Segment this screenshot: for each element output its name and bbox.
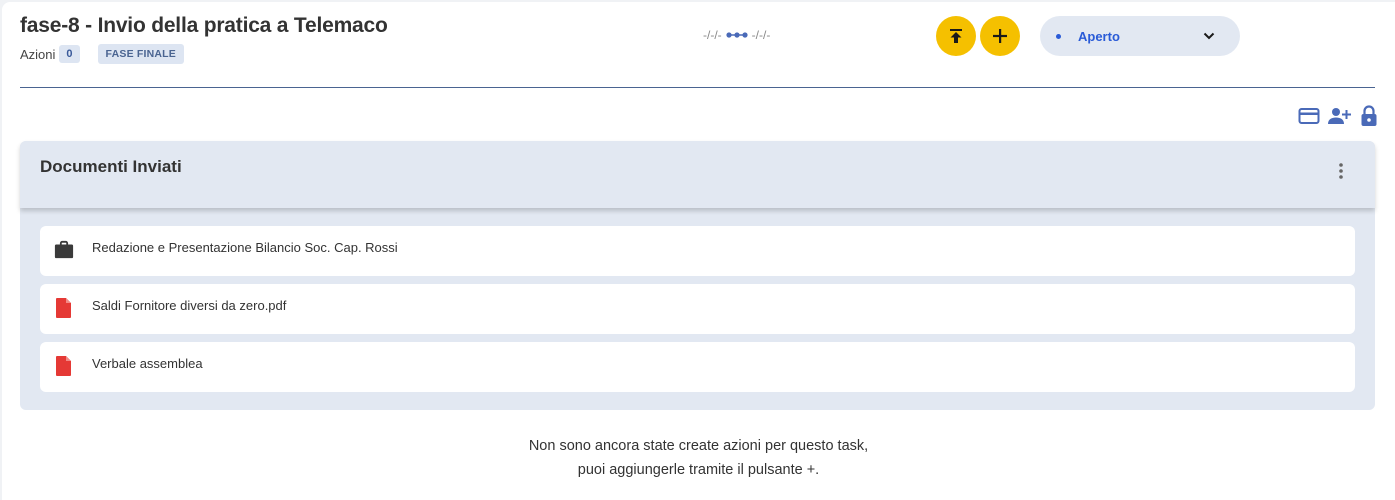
task-page: fase-8 - Invio della pratica a Telemaco … <box>2 2 1395 500</box>
document-name: Saldi Fornitore diversi da zero.pdf <box>92 298 287 313</box>
plus-icon <box>993 29 1007 43</box>
phase-badge: FASE FINALE <box>97 44 185 64</box>
documents-list: Redazione e Presentazione Bilancio Soc. … <box>40 226 1355 400</box>
status-value: Aperto <box>1078 28 1120 44</box>
actions-count-badge: 0 <box>59 45 80 63</box>
task-meta: Azioni 0 FASE FINALE <box>20 44 185 64</box>
card-button[interactable] <box>1297 104 1321 128</box>
task-header: fase-8 - Invio della pratica a Telemaco … <box>20 2 1375 88</box>
empty-message-line-1: Non sono ancora state create azioni per … <box>528 438 869 454</box>
add-action-button[interactable] <box>980 16 1020 56</box>
document-item[interactable]: Redazione e Presentazione Bilancio Soc. … <box>40 226 1355 276</box>
lock-button[interactable] <box>1357 104 1381 128</box>
upload-to-top-icon <box>950 29 962 43</box>
document-name: Verbale assemblea <box>92 356 203 371</box>
timeline-dots-icon <box>726 32 748 38</box>
page-title: fase-8 - Invio della pratica a Telemaco <box>20 14 388 37</box>
add-person-button[interactable] <box>1327 104 1351 128</box>
end-date: -/-/- <box>751 28 771 42</box>
status-dropdown[interactable]: Aperto <box>1040 16 1240 56</box>
actions-label: Azioni <box>20 46 56 62</box>
pdf-file-icon <box>54 355 74 377</box>
documents-panel-title: Documenti Inviati <box>40 157 182 176</box>
start-date: -/-/- <box>703 28 722 42</box>
more-vertical-icon <box>1339 163 1343 179</box>
date-range: -/-/- -/-/- <box>703 28 770 42</box>
person-add-icon <box>1328 108 1351 124</box>
pdf-file-icon <box>54 297 74 319</box>
chevron-down-icon <box>1203 32 1215 40</box>
credit-card-icon <box>1298 108 1320 124</box>
documents-panel: Documenti Inviati Redazione e Presentazi… <box>20 141 1375 410</box>
empty-actions-message: Non sono ancora state create azioni per … <box>2 434 1395 482</box>
empty-message-line-2: puoi aggiungerle tramite il pulsante +. <box>577 462 820 478</box>
document-name: Redazione e Presentazione Bilancio Soc. … <box>92 240 398 255</box>
more-options-button[interactable] <box>1331 161 1351 181</box>
toolbar-icons <box>1291 104 1381 128</box>
status-dot-icon <box>1056 33 1061 39</box>
lock-icon <box>1361 105 1377 126</box>
upload-button[interactable] <box>936 16 976 56</box>
briefcase-icon <box>54 239 74 261</box>
document-item[interactable]: Verbale assemblea <box>40 342 1355 392</box>
documents-panel-header: Documenti Inviati <box>20 141 1375 208</box>
document-item[interactable]: Saldi Fornitore diversi da zero.pdf <box>40 284 1355 334</box>
